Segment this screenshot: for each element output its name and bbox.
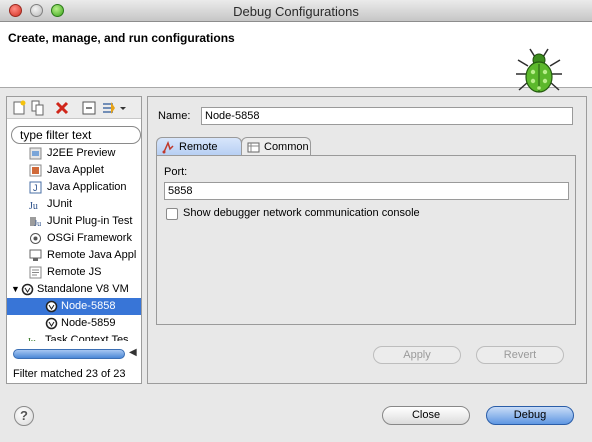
svg-text:J: J (33, 183, 38, 193)
help-button[interactable]: ? (14, 406, 34, 426)
svg-text:Ju: Ju (27, 337, 36, 341)
tree-item-osgi-framework[interactable]: OSGi Framework (7, 230, 141, 247)
remote-tab-content: Port: 5858 Show debugger network communi… (156, 155, 576, 325)
v8-config-icon (45, 300, 58, 313)
delete-configuration-icon[interactable] (54, 100, 70, 116)
tree-item-node-5859[interactable]: Node-5859 (7, 315, 141, 332)
tree-item-node-5858[interactable]: Node-5858 (7, 298, 141, 315)
osgi-icon (30, 233, 41, 244)
tree-item-label: Java Applet (47, 164, 104, 176)
tree-item-standalone-v8-vm[interactable]: ▼ Standalone V8 VM (7, 281, 141, 298)
expand-triangle-icon[interactable]: ▼ (11, 281, 20, 298)
tree-item-label: Standalone V8 VM (37, 283, 129, 295)
tree-item-label: JUnit Plug-in Test (47, 215, 133, 227)
name-label: Name: (158, 110, 191, 122)
tab-label: Common (264, 141, 309, 153)
tree-item-label: Java Application (47, 181, 127, 193)
java-application-icon: J (29, 181, 42, 194)
tree-item-label: Task Context Tes (45, 334, 129, 341)
scrollbar-thumb[interactable] (13, 349, 125, 359)
name-input[interactable]: Node-5858 (201, 107, 573, 125)
filter-menu-icon[interactable] (101, 100, 127, 116)
common-tab-icon (247, 142, 260, 153)
filter-input[interactable]: type filter text (11, 126, 141, 144)
tree-item-label: OSGi Framework (47, 232, 132, 244)
horizontal-scrollbar[interactable]: ◀ (7, 347, 141, 361)
tree-item-task-context-test[interactable]: Ju Task Context Tes (7, 332, 141, 341)
window-title: Debug Configurations (233, 4, 359, 19)
tree-item-junit[interactable]: Ju JUnit (7, 196, 141, 213)
collapse-all-icon[interactable] (81, 100, 97, 116)
show-console-label: Show debugger network communication cons… (183, 207, 420, 219)
java-applet-icon (29, 164, 42, 177)
tree-item-j2ee-preview[interactable]: J2EE Preview (7, 145, 141, 162)
svg-text:Ju: Ju (34, 219, 41, 228)
j2ee-preview-icon (29, 147, 42, 160)
junit-plugin-icon: Ju (30, 217, 41, 228)
title-bar: Debug Configurations (0, 0, 592, 22)
debug-button[interactable]: Debug (486, 406, 574, 425)
config-tabs: Remote Common Port: 5858 Show debugger n… (156, 137, 576, 325)
configuration-list-panel: type filter text J2EE Preview Java Apple… (6, 96, 142, 384)
port-label: Port: (164, 166, 188, 178)
debug-bug-icon (516, 48, 562, 93)
tree-item-label: Remote JS (47, 266, 102, 278)
tree-item-junit-plugin-test[interactable]: Ju JUnit Plug-in Test (7, 213, 141, 230)
configuration-editor-panel: Name: Node-5858 Remote Common Port: 5858… (147, 96, 587, 384)
scroll-left-arrow-icon[interactable]: ◀ (129, 347, 137, 358)
tree-item-label: J2EE Preview (47, 147, 116, 159)
junit-icon: Ju (29, 201, 38, 211)
header-banner: Create, manage, and run configurations (0, 22, 592, 93)
tab-label: Remote (179, 141, 218, 153)
config-toolbar (7, 97, 141, 119)
port-input[interactable]: 5858 (164, 182, 569, 200)
svg-text:Ju: Ju (29, 201, 38, 211)
remote-tab-icon (162, 141, 174, 154)
task-context-icon: Ju (27, 337, 36, 341)
tab-common[interactable]: Common (241, 137, 311, 156)
tree-item-label: Node-5858 (61, 300, 116, 312)
revert-button[interactable]: Revert (476, 346, 564, 364)
new-configuration-icon[interactable] (11, 100, 27, 116)
remote-java-icon (29, 249, 42, 261)
close-button[interactable]: Close (382, 406, 470, 425)
tree-item-label: Remote Java Appl (47, 249, 137, 261)
tree-item-java-application[interactable]: J Java Application (7, 179, 141, 196)
configuration-tree: J2EE Preview Java Applet J Java Applicat… (7, 145, 141, 341)
show-console-checkbox[interactable] (166, 208, 178, 220)
tab-remote[interactable]: Remote (156, 137, 242, 156)
tree-item-remote-java-application[interactable]: Remote Java Appl (7, 247, 141, 264)
remote-js-icon (29, 266, 42, 279)
header-title: Create, manage, and run configurations (8, 31, 235, 45)
tree-item-label: Node-5859 (61, 317, 116, 329)
v8-config-icon (45, 317, 58, 330)
duplicate-configuration-icon[interactable] (30, 100, 46, 116)
apply-button[interactable]: Apply (373, 346, 461, 364)
tree-item-java-applet[interactable]: Java Applet (7, 162, 141, 179)
v8-vm-icon (21, 283, 34, 296)
filter-status: Filter matched 23 of 23 (13, 368, 126, 380)
tree-item-remote-js[interactable]: Remote JS (7, 264, 141, 281)
tree-item-label: JUnit (47, 198, 73, 210)
